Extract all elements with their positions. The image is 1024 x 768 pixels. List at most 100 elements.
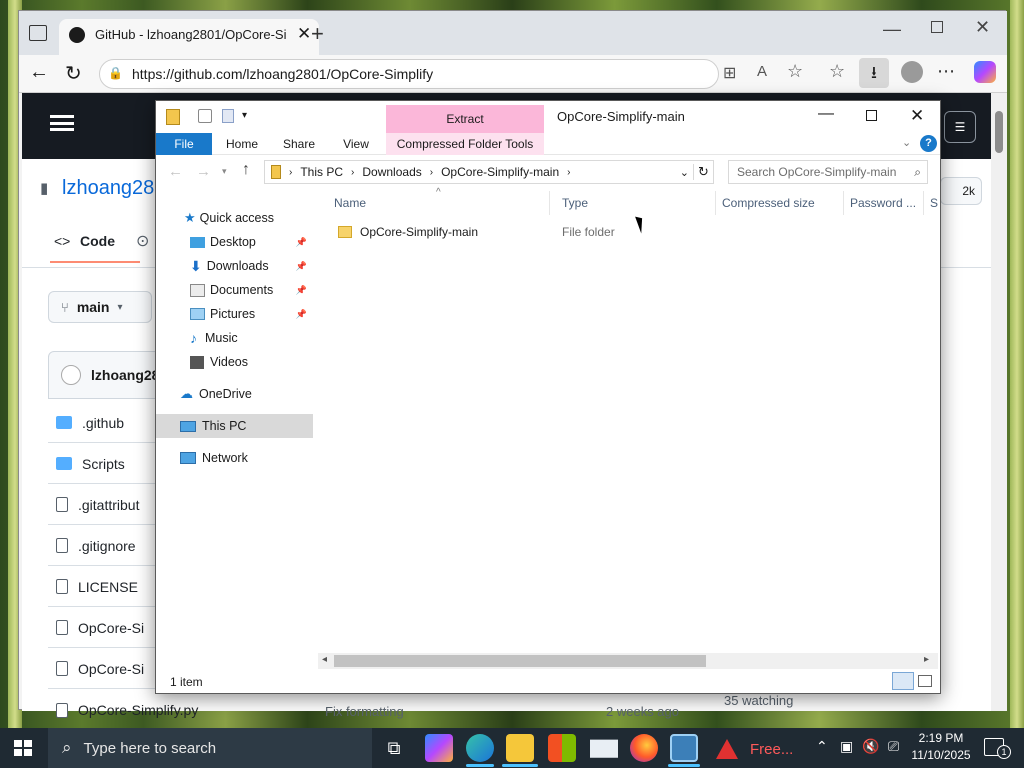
- maximize-icon[interactable]: [866, 110, 877, 121]
- notification-center-icon[interactable]: 1: [984, 738, 1011, 759]
- archive-app-icon[interactable]: [670, 734, 698, 762]
- refresh-icon[interactable]: ↻: [65, 61, 82, 86]
- commit-author[interactable]: lzhoang28: [91, 367, 159, 383]
- tab-share[interactable]: Share: [274, 133, 324, 155]
- more-menu-icon[interactable]: ⋯: [937, 61, 955, 82]
- favorite-star-icon[interactable]: ☆: [787, 61, 803, 82]
- url-field[interactable]: 🔒 https://github.com/lzhoang2801/OpCore-…: [99, 59, 719, 89]
- tab-actions-icon[interactable]: [29, 25, 47, 41]
- scroll-thumb[interactable]: [995, 111, 1003, 153]
- properties-icon[interactable]: [198, 109, 212, 123]
- breadcrumb-current[interactable]: OpCore-Simplify-main: [441, 165, 559, 179]
- close-icon[interactable]: ✕: [910, 106, 924, 126]
- minimize-icon[interactable]: —: [818, 105, 834, 123]
- file-row-opcore-py[interactable]: OpCore-Simplify.py: [48, 690, 228, 730]
- file-row-github[interactable]: .github: [48, 403, 158, 443]
- app-available-icon[interactable]: ⊞: [723, 63, 736, 83]
- tab-compressed-folder-tools[interactable]: Compressed Folder Tools: [386, 133, 544, 155]
- chevron-down-icon[interactable]: ⌄: [902, 136, 911, 149]
- browser-tab-active[interactable]: GitHub - lzhoang2801/OpCore-Si ✕: [59, 19, 319, 55]
- up-icon[interactable]: ↑: [242, 161, 250, 179]
- read-aloud-icon[interactable]: A: [757, 63, 767, 80]
- system-clock[interactable]: 2:19 PM 11/10/2025: [908, 730, 974, 766]
- nav-videos[interactable]: Videos: [156, 350, 313, 374]
- file-icon: [56, 620, 68, 635]
- file-row-license[interactable]: LICENSE: [48, 567, 158, 607]
- file-row-gitignore[interactable]: .gitignore: [48, 526, 158, 566]
- details-view-icon[interactable]: [892, 672, 914, 690]
- nav-network[interactable]: Network: [156, 446, 313, 470]
- scroll-right-icon[interactable]: ▸: [924, 654, 929, 665]
- file-row-gitattributes[interactable]: .gitattribut: [48, 485, 158, 525]
- github-menu-icon[interactable]: ☰: [944, 111, 976, 143]
- file-explorer-icon[interactable]: [506, 734, 534, 762]
- start-button[interactable]: [14, 740, 32, 756]
- nav-onedrive[interactable]: ☁ OneDrive: [156, 382, 313, 406]
- firefox-icon[interactable]: [630, 734, 658, 762]
- nav-music[interactable]: ♪ Music: [156, 326, 313, 350]
- nav-quick-access[interactable]: ★ Quick access: [156, 206, 313, 230]
- file-row-opcore-2[interactable]: OpCore-Si: [48, 649, 158, 689]
- new-folder-icon[interactable]: [222, 109, 234, 123]
- back-icon[interactable]: ←: [29, 61, 49, 84]
- address-bar[interactable]: › This PC › Downloads › OpCore-Simplify-…: [264, 160, 714, 184]
- column-compressed-size[interactable]: Compressed size: [716, 191, 844, 215]
- branch-selector[interactable]: ⑂ main ▾: [48, 291, 152, 323]
- scroll-left-icon[interactable]: ◂: [322, 654, 327, 665]
- nav-documents[interactable]: Documents 📌: [156, 278, 313, 302]
- repo-owner-link[interactable]: lzhoang28: [62, 177, 154, 200]
- nav-desktop[interactable]: Desktop 📌: [156, 230, 313, 254]
- store-icon[interactable]: [548, 734, 576, 762]
- quick-access-dropdown-icon[interactable]: ▾: [242, 110, 247, 121]
- edge-icon[interactable]: [466, 734, 494, 762]
- help-icon[interactable]: ?: [920, 135, 937, 152]
- issues-icon[interactable]: ⊙: [136, 231, 149, 251]
- taskbar-search-box[interactable]: ⌕ Type here to search: [48, 728, 372, 768]
- profile-avatar[interactable]: [901, 61, 923, 83]
- hamburger-menu-icon[interactable]: [50, 115, 74, 131]
- search-input[interactable]: Search OpCore-Simplify-main ⌕: [728, 160, 928, 184]
- nav-downloads[interactable]: ⬇ Downloads 📌: [156, 254, 313, 278]
- meet-now-icon[interactable]: ▣: [840, 738, 853, 755]
- nav-this-pc[interactable]: This PC: [156, 414, 313, 438]
- chevron-up-icon[interactable]: ⌃: [816, 738, 828, 755]
- tab-view[interactable]: View: [332, 133, 380, 155]
- minimize-icon[interactable]: —: [883, 19, 901, 40]
- file-row-opcore-1[interactable]: OpCore-Si: [48, 608, 158, 648]
- large-icons-view-icon[interactable]: [918, 675, 932, 687]
- network-status-icon[interactable]: ⎚: [888, 738, 899, 755]
- downloads-icon[interactable]: ⭳: [859, 58, 889, 88]
- star-count[interactable]: 2k: [940, 177, 982, 205]
- commit-message[interactable]: Fix formatting: [325, 704, 404, 719]
- recent-locations-icon[interactable]: ▾: [222, 166, 227, 177]
- close-tab-icon[interactable]: ✕: [297, 24, 311, 44]
- tab-file[interactable]: File: [156, 133, 212, 155]
- mail-icon[interactable]: [590, 739, 618, 758]
- new-tab-icon[interactable]: +: [311, 21, 324, 47]
- breadcrumb-this-pc[interactable]: This PC: [300, 165, 343, 179]
- forward-icon[interactable]: →: [196, 163, 211, 180]
- watching-count[interactable]: 35 watching: [724, 693, 793, 708]
- copilot-icon[interactable]: [974, 61, 996, 83]
- list-item[interactable]: OpCore-Simplify-main File folder: [328, 221, 928, 243]
- scroll-thumb[interactable]: [334, 655, 706, 667]
- column-password[interactable]: Password ...: [844, 191, 924, 215]
- breadcrumb-downloads[interactable]: Downloads: [362, 165, 421, 179]
- taskbar-app-free[interactable]: Free...: [716, 736, 848, 762]
- file-row-scripts[interactable]: Scripts: [48, 444, 158, 484]
- refresh-icon[interactable]: ↻: [693, 164, 713, 180]
- column-size[interactable]: Si: [924, 191, 938, 215]
- favorites-icon[interactable]: ☆: [829, 61, 845, 82]
- tab-home[interactable]: Home: [218, 133, 266, 155]
- tab-code[interactable]: Code: [80, 233, 115, 249]
- nav-pictures[interactable]: Pictures 📌: [156, 302, 313, 326]
- back-icon[interactable]: ←: [168, 163, 183, 180]
- copilot-icon[interactable]: [425, 734, 453, 762]
- task-view-icon[interactable]: ⧉: [380, 734, 408, 762]
- browser-scrollbar[interactable]: [991, 93, 1007, 711]
- address-dropdown-icon[interactable]: ⌄: [680, 166, 689, 179]
- maximize-icon[interactable]: [931, 21, 943, 33]
- volume-muted-icon[interactable]: 🔇: [862, 738, 879, 755]
- column-type[interactable]: Type: [556, 191, 716, 215]
- close-window-icon[interactable]: ✕: [975, 17, 990, 38]
